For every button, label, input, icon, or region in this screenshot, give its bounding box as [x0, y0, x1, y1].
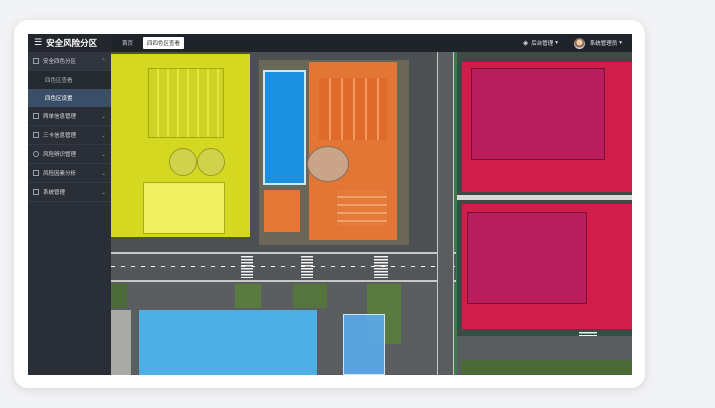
zone-blue-small[interactable] [263, 70, 306, 185]
chevron-down-icon: ▾ [619, 40, 622, 46]
road-center-line [111, 266, 456, 267]
sidebar-item-label: 四色区查看 [45, 78, 73, 84]
chevron-up-icon: ⌃ [100, 57, 106, 65]
tab-label: 首页 [122, 41, 134, 47]
tab-four-color-view[interactable]: 四四色区查看 [143, 37, 185, 49]
card-icon [33, 132, 39, 138]
admin-menu[interactable]: ◈ 后台管理 ▾ [523, 37, 558, 49]
yellow-tank-2 [197, 148, 225, 176]
topbar: 首页 四四色区查看 ◈ 后台管理 ▾ 系统管理员 ▾ [111, 34, 632, 52]
tree-patch-3 [293, 284, 327, 308]
chart-icon [33, 170, 39, 176]
red-zone-divider [454, 195, 632, 200]
yellow-tank-1 [169, 148, 197, 176]
tree-patch-2 [235, 284, 261, 308]
admin-menu-label: 后台管理 [531, 41, 554, 47]
sidebar-group-label: 安全四色分区 [43, 59, 77, 65]
tab-label: 四四色区查看 [147, 41, 181, 47]
main-road [111, 252, 456, 282]
avatar [573, 37, 585, 49]
sidebar-group-label: 系统管理 [43, 190, 66, 196]
side-road [437, 52, 454, 375]
tree-row-bottom [461, 360, 632, 375]
user-menu[interactable]: 系统管理员 ▾ [573, 36, 622, 50]
shield-icon [33, 58, 39, 64]
sidebar-group-risk-identify[interactable]: 风险辨识管理 ⌄ [28, 145, 111, 164]
sidebar-group-label: 三卡信息管理 [43, 133, 77, 139]
zone-orange-small[interactable] [264, 190, 300, 232]
list-icon [33, 113, 39, 119]
menu-icon[interactable]: ☰ [34, 38, 42, 48]
zone-blue-right[interactable] [343, 314, 385, 375]
tab-home[interactable]: 首页 [118, 37, 137, 49]
chevron-down-icon: ▾ [555, 40, 558, 46]
app-title: 安全风险分区 [46, 39, 98, 49]
sidebar-item-settings[interactable]: 四色区设置 [28, 89, 111, 107]
chevron-down-icon: ⌄ [100, 169, 106, 177]
grey-building [111, 310, 131, 375]
tree-patch-1 [111, 284, 127, 308]
app-window: ☰ 安全风险分区 安全四色分区 ⌃ 四色区查看 四色区设置 两单信息管理 ⌄ 三… [28, 34, 632, 375]
crosswalk-2 [301, 256, 313, 278]
sidebar-group-label: 风险因素分析 [43, 171, 77, 177]
red-building-bottom [467, 212, 587, 304]
sidebar: ☰ 安全风险分区 安全四色分区 ⌃ 四色区查看 四色区设置 两单信息管理 ⌄ 三… [28, 34, 111, 375]
crosswalk-3 [374, 256, 388, 278]
layers-icon: ◈ [522, 39, 529, 47]
sidebar-group-three-card[interactable]: 三卡信息管理 ⌄ [28, 126, 111, 145]
red-building-top [471, 68, 605, 160]
zone-blue-large[interactable] [139, 310, 317, 375]
app-logo: ☰ 安全风险分区 [28, 34, 111, 52]
sidebar-group-four-color[interactable]: 安全四色分区 ⌃ [28, 52, 111, 71]
chevron-down-icon: ⌄ [100, 131, 106, 139]
green-border-v [454, 52, 457, 375]
sidebar-group-two-list[interactable]: 两单信息管理 ⌄ [28, 107, 111, 126]
settings-icon [33, 189, 39, 195]
yellow-building-2 [143, 182, 225, 234]
chevron-down-icon: ⌄ [100, 188, 106, 196]
sidebar-group-label: 两单信息管理 [43, 114, 77, 120]
sidebar-group-system[interactable]: 系统管理 ⌄ [28, 183, 111, 202]
main-area: 首页 四四色区查看 ◈ 后台管理 ▾ 系统管理员 ▾ [111, 34, 632, 375]
orange-roof [319, 78, 387, 140]
sidebar-item-label: 四色区设置 [45, 96, 73, 102]
search-icon [33, 151, 39, 157]
user-menu-label: 系统管理员 [589, 41, 618, 47]
crosswalk-1 [241, 256, 253, 278]
orange-tank [307, 146, 349, 182]
chevron-down-icon: ⌄ [100, 112, 106, 120]
yellow-building-1 [148, 68, 224, 138]
sidebar-item-view[interactable]: 四色区查看 [28, 71, 111, 89]
sidebar-group-label: 风险辨识管理 [43, 152, 77, 158]
zone-map[interactable] [111, 52, 632, 375]
orange-building-2 [337, 190, 387, 226]
chevron-down-icon: ⌄ [100, 150, 106, 158]
sidebar-group-risk-factor[interactable]: 风险因素分析 ⌄ [28, 164, 111, 183]
